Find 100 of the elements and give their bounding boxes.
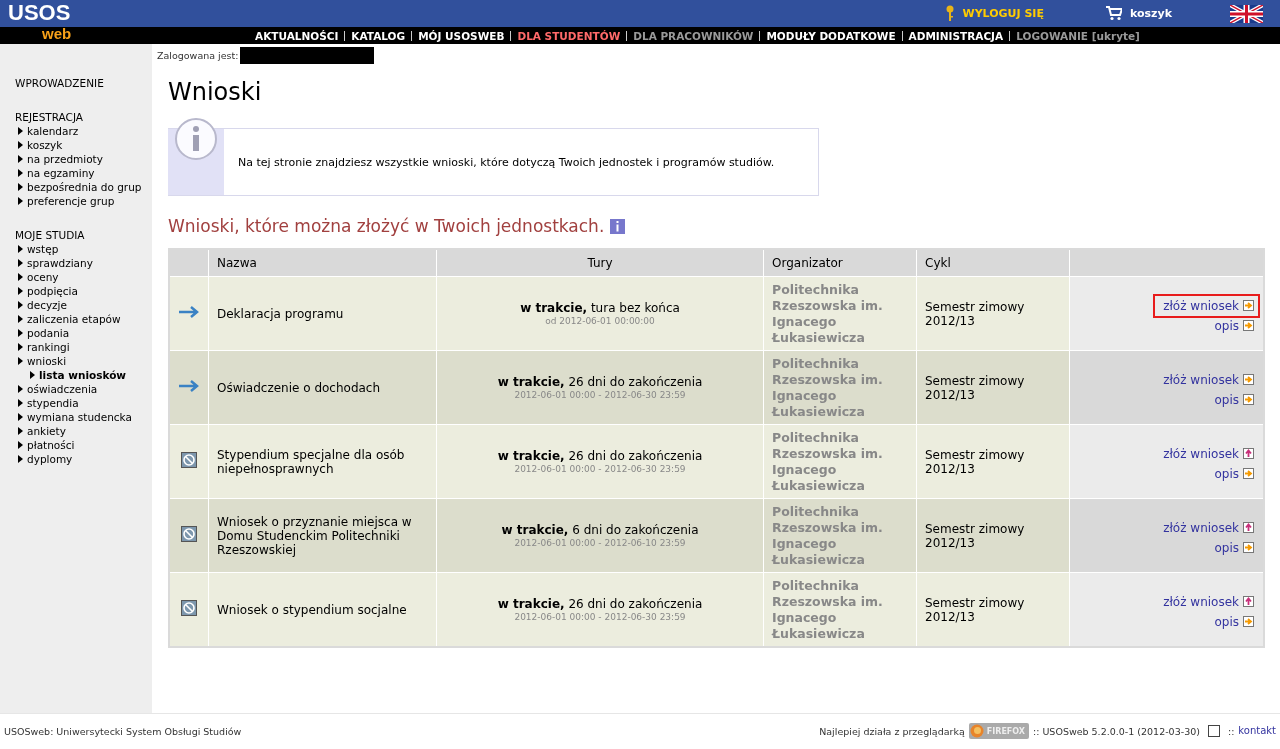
nav-link[interactable]: DLA STUDENTÓW (517, 29, 621, 42)
round-dates: 2012-06-01 00:00 - 2012-06-30 23:59 (513, 611, 687, 623)
bullet-icon (18, 245, 23, 253)
organizer-text: Politechnika Rzeszowska im. Ignacego Łukasiewicza (772, 429, 884, 494)
table-cell: Oświadczenie o dochodach (208, 350, 437, 425)
nav-link[interactable]: AKTUALNOŚCI (255, 29, 339, 42)
arrow-up-icon (1243, 522, 1254, 533)
table-cell: Semestr zimowy 2012/13 (916, 276, 1070, 351)
version-text: :: USOSweb 5.2.0.0-1 (2012-03-30) (1033, 725, 1200, 737)
key-icon (944, 5, 955, 22)
arrow-right-icon (1243, 616, 1254, 627)
nav-link[interactable]: MODUŁY DODATKOWE (766, 29, 896, 42)
bullet-icon (18, 315, 23, 323)
description-link[interactable]: opis (1214, 613, 1239, 630)
section-title: Wnioski, które można złożyć w Twoich jednostkach. (168, 216, 605, 236)
bullet-icon (18, 259, 23, 267)
sidebar-heading[interactable]: MOJE STUDIA (15, 228, 152, 242)
round-status: w trakcie, 26 dni do zakończenia (496, 448, 704, 464)
round-status: w trakcie, 26 dni do zakończenia (496, 374, 704, 390)
sidebar-item[interactable]: podpięcia (18, 284, 152, 298)
table-cell: Wniosek o przyznanie miejsca w Domu Studenckim Politechniki Rzeszowskiej (208, 498, 437, 573)
description-link[interactable]: opis (1214, 317, 1239, 334)
sidebar-item[interactable]: płatności (18, 438, 152, 452)
table-cell: Wniosek o stypendium socjalne (208, 572, 437, 647)
sidebar-heading[interactable]: WPROWADZENIE (15, 76, 152, 90)
checkbox[interactable] (1207, 725, 1220, 737)
table-cell: Semestr zimowy 2012/13 (916, 498, 1070, 573)
sidebar-item[interactable]: dyplomy (18, 452, 152, 466)
arrow-right-icon (1243, 300, 1254, 311)
sidebar-item[interactable]: preferencje grup (18, 194, 152, 208)
sidebar-item[interactable]: na egzaminy (18, 166, 152, 180)
sidebar-item[interactable]: koszyk (18, 138, 152, 152)
sidebar-item[interactable]: stypendia (18, 396, 152, 410)
bullet-icon (18, 385, 23, 393)
info-text: Na tej stronie znajdziesz wszystkie wnioski, które dotyczą Twoich jednostek i programów studiów. (238, 155, 775, 169)
description-link[interactable]: opis (1214, 465, 1239, 482)
logout-link[interactable]: WYLOGUJ SIĘ (962, 7, 1044, 20)
organizer-text: Politechnika Rzeszowska im. Ignacego Łukasiewicza (772, 503, 884, 568)
nav-link[interactable]: KATALOG (351, 29, 406, 42)
arrow-right-icon (1243, 542, 1254, 553)
sidebar-item[interactable]: rankingi (18, 340, 152, 354)
sidebar-item[interactable]: wstęp (18, 242, 152, 256)
sidebar-item[interactable]: oświadczenia (18, 382, 152, 396)
organizer-text: Politechnika Rzeszowska im. Ignacego Łukasiewicza (772, 577, 884, 642)
sidebar-item[interactable]: bezpośrednia do grup (18, 180, 152, 194)
flag-icon[interactable] (1230, 4, 1263, 23)
apply-link[interactable]: złóż wniosek (1163, 519, 1239, 536)
arrow-up-icon (1243, 448, 1254, 459)
table-cell: Semestr zimowy 2012/13 (916, 424, 1070, 499)
round-status: w trakcie, tura bez końca (519, 300, 681, 316)
sidebar-item[interactable]: wymiana studencka (18, 410, 152, 424)
organizer-text: Politechnika Rzeszowska im. Ignacego Łukasiewicza (772, 355, 884, 420)
table-cell: Stypendium specjalne dla osób niepełnosprawnych (208, 424, 437, 499)
sidebar-heading[interactable]: REJESTRACJA (15, 110, 152, 124)
nav-link[interactable]: ADMINISTRACJA (908, 29, 1004, 42)
page-title: Wnioski (168, 78, 263, 106)
cart-icon (1106, 6, 1122, 21)
bullet-icon (18, 329, 23, 337)
firefox-icon (969, 724, 984, 738)
sidebar-item[interactable]: na przedmioty (18, 152, 152, 166)
apply-link[interactable]: złóż wniosek (1163, 445, 1239, 462)
arrow-right-icon (1243, 320, 1254, 331)
round-status: w trakcie, 26 dni do zakończenia (496, 596, 704, 612)
sidebar-item[interactable]: kalendarz (18, 124, 152, 138)
round-dates: 2012-06-01 00:00 - 2012-06-30 23:59 (513, 389, 687, 401)
table-cell: Semestr zimowy 2012/13 (916, 350, 1070, 425)
bullet-icon (18, 399, 23, 407)
bullet-icon (18, 287, 23, 295)
table-cell: Semestr zimowy 2012/13 (916, 572, 1070, 647)
sidebar-item[interactable]: decyzje (18, 298, 152, 312)
apply-link[interactable]: złóż wniosek (1163, 593, 1239, 610)
description-link[interactable]: opis (1214, 391, 1239, 408)
table-cell: Deklaracja programu (208, 276, 437, 351)
logo[interactable]: USOS (8, 2, 71, 24)
nav-link[interactable]: MÓJ USOSWEB (418, 29, 505, 42)
round-dates: od 2012-06-01 00:00:00 (544, 315, 656, 327)
separator-text: :: (1227, 725, 1235, 737)
sidebar-item[interactable]: podania (18, 326, 152, 340)
bullet-icon (18, 413, 23, 421)
sidebar-item[interactable]: wnioski (18, 354, 152, 368)
bullet-icon (18, 427, 23, 435)
forbidden-icon (181, 526, 197, 542)
login-label: Zalogowana jest: (157, 49, 239, 61)
bullet-icon (18, 455, 23, 463)
sidebar-item[interactable]: oceny (18, 270, 152, 284)
sidebar-item[interactable]: lista wniosków (30, 368, 152, 382)
contact-link[interactable]: kontakt (1238, 723, 1276, 739)
round-dates: 2012-06-01 00:00 - 2012-06-10 23:59 (513, 537, 687, 549)
info-icon[interactable] (610, 218, 626, 234)
footer-text: USOSweb: Uniwersytecki System Obsługi Studiów (4, 725, 242, 737)
description-link[interactable]: opis (1214, 539, 1239, 556)
bullet-icon (18, 301, 23, 309)
arrow-right-icon (178, 306, 200, 318)
cart-link[interactable]: koszyk (1130, 7, 1172, 20)
sidebar-item[interactable]: sprawdziany (18, 256, 152, 270)
sidebar-item[interactable]: ankiety (18, 424, 152, 438)
sidebar-item[interactable]: zaliczenia etapów (18, 312, 152, 326)
column-header: Cykl (916, 249, 1070, 277)
apply-link[interactable]: złóż wniosek (1163, 371, 1239, 388)
bullet-icon (18, 197, 23, 205)
